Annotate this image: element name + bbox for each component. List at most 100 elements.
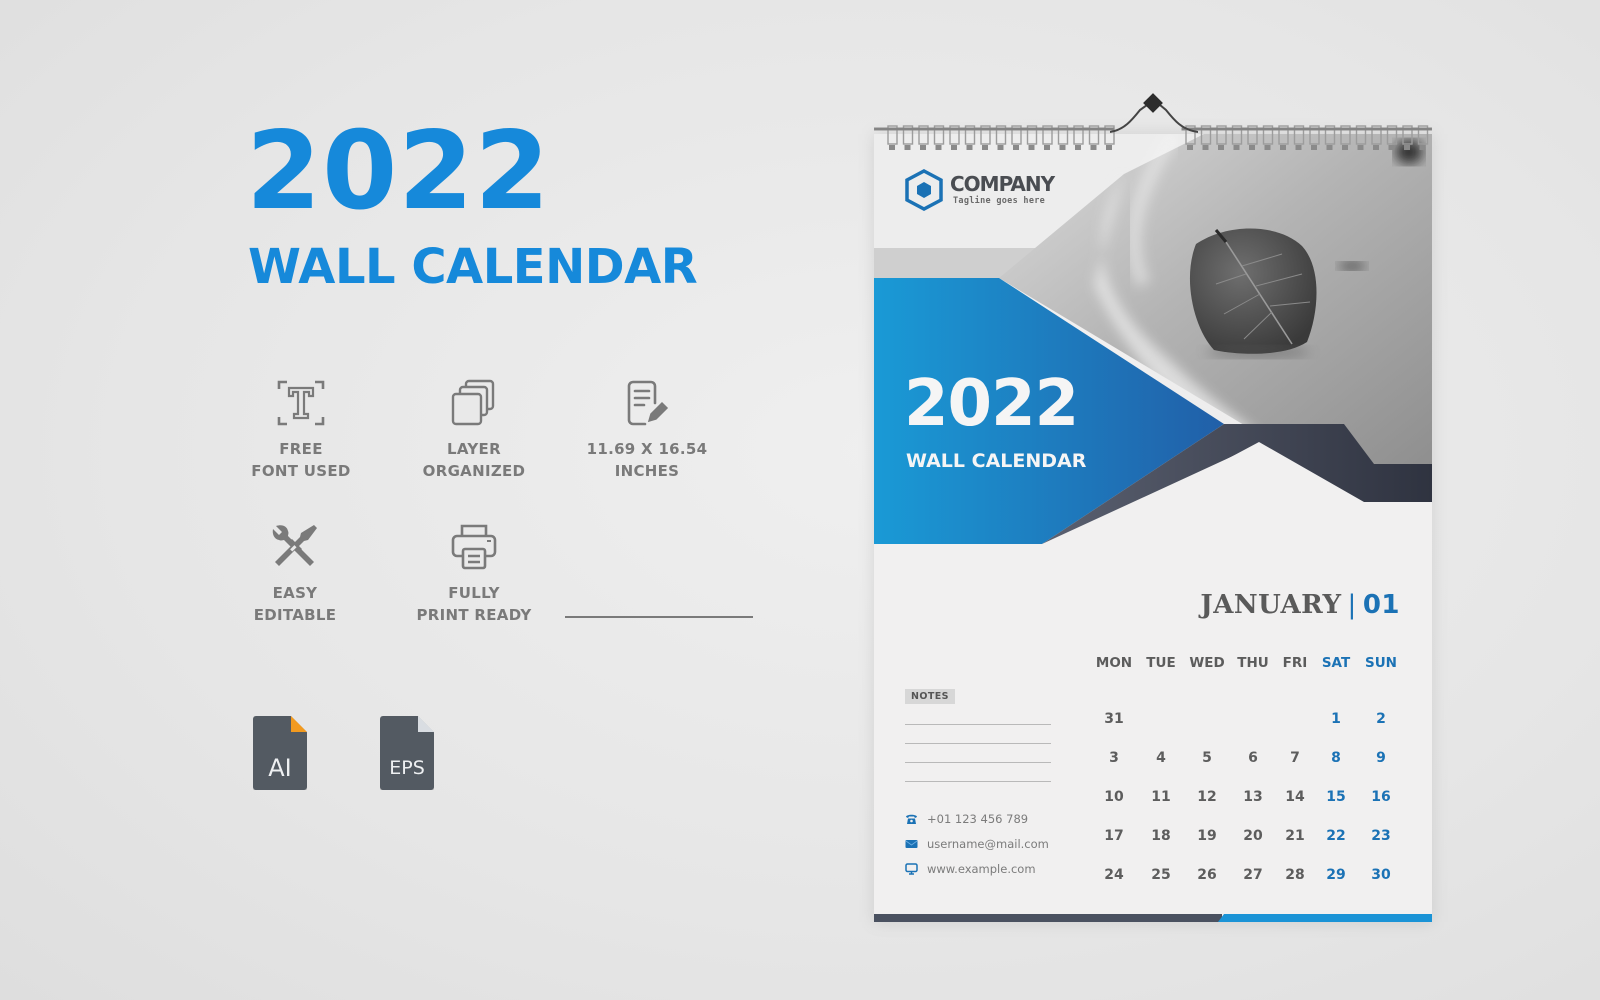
leaf-photo (1189, 228, 1317, 358)
day-cell: 27 (1243, 866, 1263, 883)
note-line (905, 724, 1051, 725)
tools-icon (272, 525, 317, 566)
day-cell: 2 (1376, 710, 1386, 727)
phone-icon (906, 814, 917, 824)
feature-size: 11.69 X 16.54 INCHES (572, 378, 722, 482)
feature-line2: EDITABLE (253, 606, 337, 624)
feature-line1: FULLY (448, 584, 500, 602)
week-row: 3 4 5 6 7 8 9 (1090, 738, 1406, 777)
week-row: 10 11 12 13 14 15 16 (1090, 777, 1406, 816)
feature-layer-organized: LAYER ORGANIZED (399, 378, 549, 482)
decorative-divider (565, 616, 753, 618)
day-cell: 17 (1104, 827, 1124, 844)
day-cell: 14 (1285, 788, 1305, 805)
calendar-hanger (1110, 93, 1198, 133)
weekday-wed: WED (1189, 655, 1225, 671)
day-cell: 9 (1376, 749, 1386, 766)
day-cell: 28 (1285, 866, 1305, 883)
weekday-tue: TUE (1146, 655, 1176, 671)
binding-hole (1075, 145, 1081, 150)
note-line (905, 743, 1051, 744)
binding-hole (1218, 145, 1224, 150)
binding-hole (1342, 145, 1348, 150)
day-cell: 19 (1197, 827, 1217, 844)
feature-free-font: FREE FONT USED (226, 378, 376, 482)
footer-bar-dark (874, 914, 1222, 922)
feature-print-ready: FULLY PRINT READY (399, 522, 549, 626)
hexagon-logo-icon (905, 169, 943, 211)
document-edit-icon (627, 380, 669, 426)
day-cell: 31 (1104, 710, 1124, 727)
promo-year: 2022 (246, 109, 551, 234)
website-url: www.example.com (927, 862, 1036, 876)
feature-line2: PRINT READY (416, 606, 532, 624)
cover-title: WALL CALENDAR (906, 450, 1087, 472)
binding-hole (1249, 145, 1255, 150)
day-cell: 23 (1371, 827, 1391, 844)
day-cell: 29 (1326, 866, 1346, 883)
company-name: COMPANY (950, 172, 1055, 196)
binding-hole (966, 145, 973, 150)
day-cell: 1 (1331, 710, 1341, 727)
day-cell: 24 (1104, 866, 1124, 883)
day-cell: 10 (1104, 788, 1124, 805)
binding-hole (951, 145, 957, 150)
company-logo: COMPANY Tagline goes here (904, 168, 1064, 212)
day-cell: 11 (1151, 788, 1171, 805)
calendar-grid: MON TUE WED THU FRI SAT SUN 31 1 2 3 4 5 6 7 8 9 1… (1090, 655, 1406, 894)
monitor-icon (905, 863, 918, 875)
binding-hole (935, 145, 942, 150)
binding-hole (889, 145, 895, 150)
cover-year: 2022 (904, 367, 1079, 441)
binding-hole (1028, 145, 1035, 150)
binding-hole (1013, 145, 1019, 150)
binding-hole (1090, 145, 1097, 150)
binding-hole (1419, 145, 1426, 150)
binding-hole (1264, 145, 1271, 150)
feature-line2: ORGANIZED (422, 462, 526, 480)
month-title: JANUARY | 01 (1160, 590, 1400, 620)
day-cell: 22 (1326, 827, 1346, 844)
binding-hole (1233, 145, 1240, 150)
contact-website: www.example.com (905, 862, 1036, 876)
binding-hole (1187, 145, 1193, 150)
month-name: JANUARY (1200, 590, 1342, 620)
day-cell: 4 (1156, 749, 1166, 766)
feature-line1: FREE (279, 440, 323, 458)
ai-file-icon: AI (253, 716, 307, 790)
day-cell: 18 (1151, 827, 1171, 844)
contact-phone: +01 123 456 789 (905, 812, 1028, 826)
promo-title: WALL CALENDAR (248, 239, 698, 295)
feature-line1: 11.69 X 16.54 (586, 440, 708, 458)
binding-hole (1373, 145, 1379, 150)
month-number: 01 (1362, 590, 1400, 620)
day-cell: 30 (1371, 866, 1391, 883)
week-row: 24 25 26 27 28 29 30 (1090, 855, 1406, 894)
file-fold-ai (291, 716, 307, 732)
company-tagline: Tagline goes here (953, 196, 1046, 206)
weekday-sun: SUN (1365, 655, 1397, 671)
printer-icon (451, 524, 497, 570)
day-cell: 16 (1371, 788, 1391, 805)
binding-hole (1311, 145, 1317, 150)
notes-label: NOTES (905, 689, 955, 704)
day-cell: 5 (1202, 749, 1212, 766)
email-address: username@mail.com (927, 837, 1049, 851)
feature-line1: EASY (272, 584, 318, 602)
note-line (905, 762, 1051, 763)
feature-line1: LAYER (447, 440, 501, 458)
binding-hole (920, 145, 926, 150)
feature-easy-editable: EASY EDITABLE (220, 522, 370, 626)
week-row: 17 18 19 20 21 22 23 (1090, 816, 1406, 855)
layers-icon (451, 379, 495, 426)
binding-hole (1357, 145, 1364, 150)
footer-bar-blue (1218, 914, 1432, 922)
weekday-fri: FRI (1282, 655, 1308, 671)
day-cell: 15 (1326, 788, 1346, 805)
day-cell: 25 (1151, 866, 1171, 883)
weekday-header: MON TUE WED THU FRI SAT SUN (1090, 655, 1406, 699)
email-icon (905, 840, 918, 848)
binding-hole (1388, 145, 1395, 150)
day-cell: 12 (1197, 788, 1217, 805)
file-format-label: EPS (389, 757, 425, 779)
